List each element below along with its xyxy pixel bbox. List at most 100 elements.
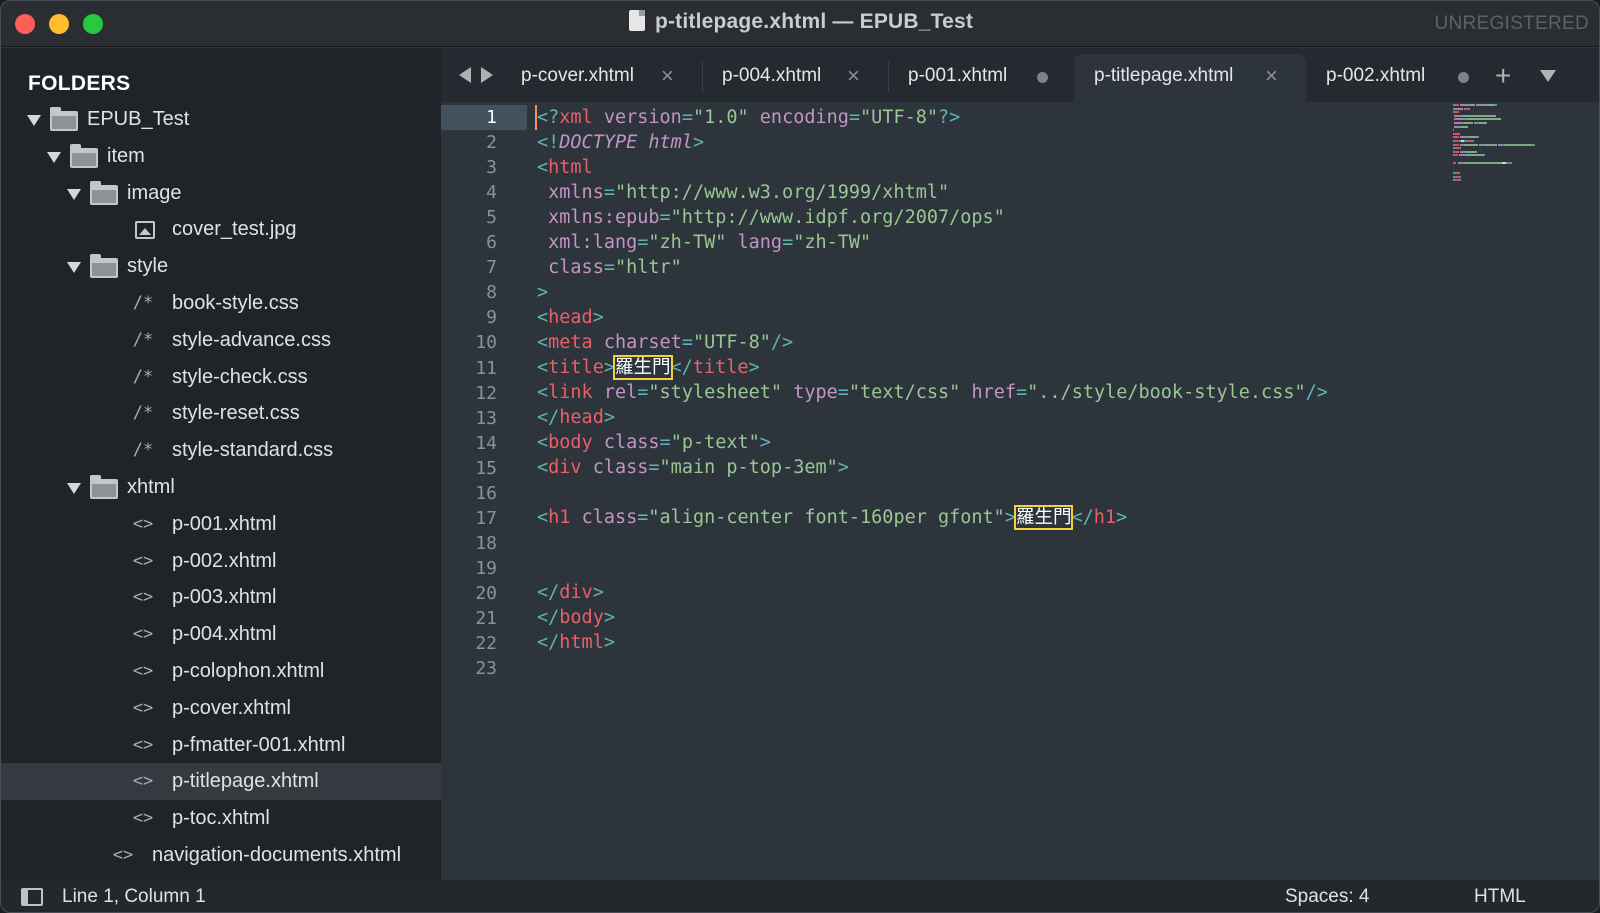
tree-item-label: p-001.xhtml [172, 512, 277, 535]
code-line[interactable]: </div> [537, 580, 1471, 605]
punctuation-token: = [681, 332, 693, 353]
unsaved-dot-icon[interactable] [1458, 72, 1469, 83]
code-line[interactable] [537, 655, 1471, 680]
code-line[interactable]: </html> [537, 630, 1471, 655]
code-line[interactable]: </body> [537, 605, 1471, 630]
code-line[interactable]: <meta charset="UTF-8"/> [537, 330, 1471, 355]
tab-p-002[interactable]: p-002.xhtml [1306, 54, 1495, 102]
tab-forward-icon[interactable] [481, 67, 493, 83]
code-line[interactable] [537, 530, 1471, 555]
code-line[interactable]: <body class="p-text"> [537, 430, 1471, 455]
tree-item-label: book-style.css [172, 292, 299, 314]
disclosure-triangle-icon[interactable] [27, 115, 41, 126]
file-row[interactable]: cover_test.jpg [1, 211, 441, 248]
file-row[interactable]: <> p-colophon.xhtml [1, 653, 441, 690]
minimap-line [1453, 136, 1563, 139]
new-tab-button[interactable]: + [1495, 54, 1511, 98]
folder-row[interactable]: EPUB_Test [1, 101, 441, 138]
code-line[interactable]: <html [537, 155, 1471, 180]
markup-file-icon: <> [132, 661, 154, 681]
disclosure-triangle-icon[interactable] [47, 151, 61, 163]
minimap[interactable] [1453, 104, 1563, 184]
file-row[interactable]: <> p-001.xhtml [1, 506, 441, 543]
minimap-segment [1469, 136, 1478, 139]
tab-p-001[interactable]: p-001.xhtml [888, 54, 1074, 102]
string-token: "UTF-8" [692, 332, 771, 353]
file-row[interactable]: /* style-advance.css [1, 322, 441, 359]
code-line[interactable]: <div class="main p-top-3em"> [537, 455, 1471, 480]
tag-name-token: h1 [1093, 507, 1117, 528]
string-token: "main p-top-3em" [659, 457, 838, 478]
unsaved-dot-icon[interactable] [1037, 72, 1048, 83]
code-editor[interactable]: 1 2 3 4 5 6 7 8 9 10 11 12 13 14 15 16 17 18 19 20 21 22 23 <?… [441, 102, 1599, 880]
tab-menu-chevron-icon[interactable] [1540, 70, 1556, 82]
file-row[interactable]: <> p-002.xhtml [1, 543, 441, 580]
code-line[interactable]: xml:lang="zh-TW" lang="zh-TW" [537, 230, 1471, 255]
minimap-segment [1475, 104, 1486, 106]
markup-file-icon: <> [132, 734, 154, 755]
file-row[interactable]: <> p-toc.xhtml [1, 800, 441, 837]
code-line[interactable]: <link rel="stylesheet" type="text/css" h… [537, 380, 1471, 405]
disclosure-triangle-icon[interactable] [67, 483, 81, 494]
code-line[interactable]: <!DOCTYPE html> [537, 130, 1471, 155]
punctuation-token: = [637, 507, 649, 528]
code-line[interactable]: xmlns:epub="http://www.idpf.org/2007/ops… [537, 205, 1471, 230]
sidebar-toggle-icon[interactable] [21, 888, 43, 906]
minimap-segment [1479, 121, 1488, 124]
folder-row[interactable]: item [1, 138, 441, 175]
punctuation-token: < [537, 332, 549, 353]
minimap-segment [1459, 175, 1462, 178]
disclosure-triangle-icon[interactable] [67, 262, 81, 274]
code-line[interactable]: class="hltr" [537, 255, 1471, 280]
tab-back-icon[interactable] [459, 67, 471, 83]
tab-p-cover[interactable]: p-cover.xhtml × [501, 54, 702, 102]
tab-p-004[interactable]: p-004.xhtml × [702, 54, 888, 102]
cursor-position[interactable]: Line 1, Column 1 [62, 880, 206, 912]
code-line[interactable] [537, 480, 1471, 505]
close-tab-icon[interactable]: × [1265, 54, 1278, 98]
minimap-line [1453, 179, 1563, 182]
file-row[interactable]: /* style-standard.css [1, 432, 441, 469]
code-line[interactable]: </head> [537, 405, 1471, 430]
code-line[interactable]: <title>羅生門</title> [537, 355, 1471, 380]
folder-row[interactable]: style [1, 248, 441, 285]
file-row[interactable]: <> p-004.xhtml [1, 616, 441, 653]
minimap-segment [1503, 143, 1533, 146]
tree-item-label: p-003.xhtml [172, 586, 277, 609]
code-content[interactable]: <?xml version="1.0" encoding="UTF-8"?> <!… [537, 105, 1471, 680]
code-line[interactable]: <?xml version="1.0" encoding="UTF-8"?> [537, 105, 1471, 130]
folder-row[interactable]: image [1, 175, 441, 212]
folder-row[interactable]: xhtml [1, 469, 441, 506]
file-row[interactable]: <> p-cover.xhtml [1, 690, 441, 727]
disclosure-triangle-icon[interactable] [67, 188, 81, 200]
code-line[interactable]: xmlns="http://www.w3.org/1999/xhtml" [537, 180, 1471, 205]
code-line[interactable] [537, 555, 1471, 580]
code-line[interactable]: <head> [537, 305, 1471, 330]
code-line[interactable]: <h1 class="align-center font-160per gfon… [537, 505, 1471, 530]
code-line[interactable]: > [537, 280, 1471, 305]
close-tab-icon[interactable]: × [661, 54, 674, 98]
file-row[interactable]: /* book-style.css [1, 285, 441, 322]
keyword-token: DOCTYPE [559, 132, 638, 153]
minimap-segment [1475, 150, 1478, 153]
file-row[interactable]: /* style-reset.css [1, 395, 441, 432]
tree-item-label: cover_test.jpg [172, 218, 297, 241]
minimap-segment [1459, 104, 1468, 106]
minimap-segment [1466, 150, 1476, 153]
file-row[interactable]: /* style-check.css [1, 359, 441, 396]
syntax-selector[interactable]: HTML [1474, 880, 1526, 912]
close-tab-icon[interactable]: × [847, 54, 860, 98]
punctuation-token: </ [1071, 507, 1094, 528]
line-number: 8 [486, 282, 497, 304]
folder-icon [90, 254, 118, 279]
minimap-segment [1464, 121, 1473, 124]
indentation-setting[interactable]: Spaces: 4 [1285, 880, 1370, 912]
file-row[interactable]: <> navigation-documents.xhtml [1, 837, 441, 874]
tab-p-titlepage[interactable]: p-titlepage.xhtml × [1074, 54, 1306, 102]
punctuation-token: </ [537, 607, 560, 628]
file-row[interactable]: <> p-003.xhtml [1, 579, 441, 616]
file-row[interactable]: <> p-fmatter-001.xhtml [1, 727, 441, 764]
file-row[interactable]: <> p-titlepage.xhtml [1, 763, 441, 801]
